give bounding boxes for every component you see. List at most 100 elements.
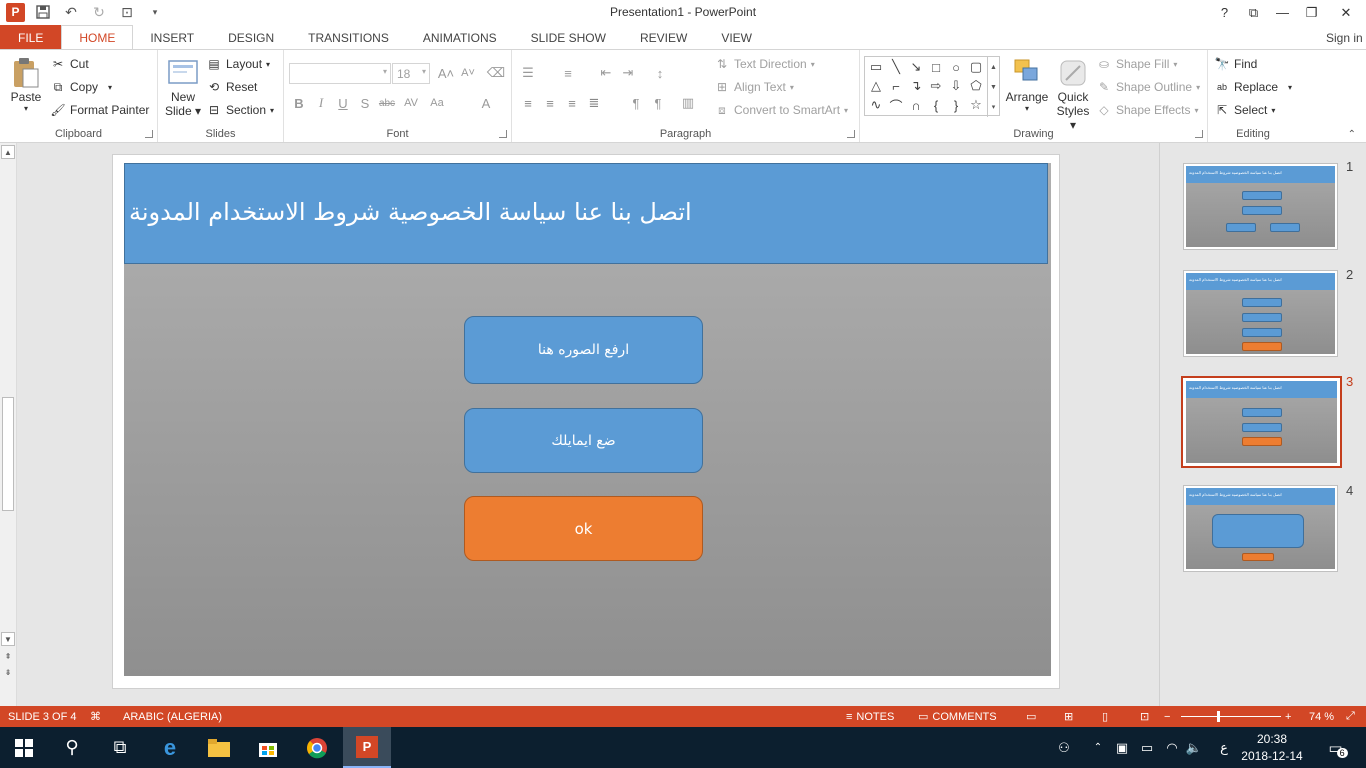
pentagon-shape-icon[interactable]: ⬠ bbox=[968, 78, 984, 94]
replace-button[interactable]: ab Replace ▾ bbox=[1214, 79, 1292, 95]
scroll-thumb[interactable] bbox=[2, 397, 14, 511]
previous-slide-icon[interactable]: ⇞ bbox=[1, 649, 15, 663]
clipboard-dialog-launcher-icon[interactable] bbox=[145, 130, 153, 138]
minimize-button[interactable]: — bbox=[1268, 0, 1297, 25]
vertical-scrollbar[interactable]: ▲ ▼ ⇞ ⇟ bbox=[0, 143, 17, 706]
align-left-icon[interactable]: ≡ bbox=[518, 93, 538, 113]
line-shape-icon[interactable]: ╲ bbox=[888, 59, 904, 75]
gallery-scroll-down-icon[interactable]: ▼ bbox=[987, 77, 999, 97]
elbow-arrow-shape-icon[interactable]: ↴ bbox=[908, 78, 924, 94]
layout-button[interactable]: ▤ Layout ▾ bbox=[206, 56, 270, 72]
triangle-shape-icon[interactable]: △ bbox=[868, 78, 884, 94]
decrease-indent-icon[interactable]: ⇤ bbox=[596, 63, 616, 83]
increase-font-size-icon[interactable]: A˄ bbox=[436, 63, 456, 83]
show-hidden-icons-icon[interactable]: ⌃ bbox=[1088, 727, 1108, 768]
input-language-indicator[interactable]: ع bbox=[1214, 727, 1234, 768]
system-clock[interactable]: 20:38 2018-12-14 bbox=[1240, 731, 1304, 765]
elbow-connector-shape-icon[interactable]: ⌐ bbox=[888, 78, 904, 94]
align-text-button[interactable]: ⊞ Align Text ▾ bbox=[714, 79, 794, 95]
start-button[interactable] bbox=[0, 727, 48, 768]
zoom-out-icon[interactable]: − bbox=[1164, 706, 1170, 727]
thumbnail-slide-4[interactable]: اتصل بنا عنا سياسة الخصوصية شروط الاستخد… bbox=[1183, 485, 1338, 572]
text-shadow-icon[interactable]: S bbox=[355, 93, 375, 113]
zoom-slider-track[interactable] bbox=[1181, 716, 1281, 717]
tab-home[interactable]: HOME bbox=[61, 25, 134, 50]
line-spacing-icon[interactable]: ↕ bbox=[650, 63, 670, 83]
bold-icon[interactable]: B bbox=[289, 93, 309, 113]
paste-button[interactable]: Paste ▾ bbox=[6, 56, 46, 113]
down-arrow-shape-icon[interactable]: ⇩ bbox=[948, 78, 964, 94]
drawing-dialog-launcher-icon[interactable] bbox=[1195, 130, 1203, 138]
powerpoint-taskbar-icon[interactable]: P bbox=[343, 727, 391, 768]
wifi-icon[interactable]: ◠ bbox=[1162, 727, 1182, 768]
shape-outline-button[interactable]: ✎ Shape Outline ▾ bbox=[1096, 79, 1200, 95]
arc-shape-icon[interactable]: ⌒ bbox=[888, 97, 904, 114]
tab-view[interactable]: VIEW bbox=[704, 25, 769, 50]
action-center-icon[interactable]: ▭ 6 bbox=[1320, 727, 1356, 768]
decrease-font-size-icon[interactable]: A˅ bbox=[458, 63, 478, 83]
shape-effects-button[interactable]: ◇ Shape Effects ▾ bbox=[1096, 102, 1198, 118]
strikethrough-icon[interactable]: abc bbox=[377, 93, 397, 113]
slide-header-bar[interactable]: اتصل بنا عنا سياسة الخصوصية شروط الاستخد… bbox=[124, 163, 1048, 264]
task-view-icon[interactable]: ⧉ bbox=[96, 727, 144, 768]
font-name-combo[interactable]: ▾ bbox=[289, 63, 391, 84]
arrange-button[interactable]: Arrange ▾ bbox=[1006, 56, 1048, 113]
tab-transitions[interactable]: TRANSITIONS bbox=[291, 25, 406, 50]
quick-styles-button[interactable]: Quick Styles ▾ bbox=[1052, 56, 1094, 132]
character-spacing-icon[interactable]: AV bbox=[401, 93, 421, 113]
fit-to-window-icon[interactable]: ⤢ bbox=[1346, 706, 1355, 727]
right-arrow-shape-icon[interactable]: ⇨ bbox=[928, 78, 944, 94]
slide-show-icon[interactable]: ⊡ bbox=[1140, 706, 1149, 727]
align-right-icon[interactable]: ≡ bbox=[562, 93, 582, 113]
sign-in-link[interactable]: Sign in bbox=[1326, 25, 1366, 50]
email-button-shape[interactable]: ضع ايمايلك bbox=[464, 408, 703, 473]
network-status-icon[interactable]: ▣ bbox=[1112, 727, 1132, 768]
bullets-icon[interactable]: ☰ bbox=[518, 63, 538, 83]
upload-image-button-shape[interactable]: ارفع الصوره هنا bbox=[464, 316, 703, 384]
help-icon[interactable]: ? bbox=[1210, 0, 1239, 25]
chrome-icon[interactable] bbox=[293, 727, 341, 768]
undo-icon[interactable]: ↶ bbox=[61, 2, 81, 22]
select-button[interactable]: ⇱ Select ▾ bbox=[1214, 102, 1275, 118]
section-button[interactable]: ⊟ Section ▾ bbox=[206, 102, 274, 118]
reset-button[interactable]: ⟲ Reset bbox=[206, 79, 257, 95]
numbering-icon[interactable]: ≡ bbox=[558, 63, 578, 83]
edge-browser-icon[interactable]: e bbox=[146, 727, 194, 768]
scroll-down-icon[interactable]: ▼ bbox=[1, 632, 15, 646]
font-size-combo[interactable]: 18 ▾ bbox=[392, 63, 430, 84]
store-icon[interactable] bbox=[244, 727, 292, 768]
collapse-ribbon-icon[interactable]: ⌃ bbox=[1348, 129, 1356, 140]
tab-animations[interactable]: ANIMATIONS bbox=[406, 25, 514, 50]
tab-design[interactable]: DESIGN bbox=[211, 25, 291, 50]
italic-icon[interactable]: I bbox=[311, 93, 331, 113]
scroll-up-icon[interactable]: ▲ bbox=[1, 145, 15, 159]
file-explorer-icon[interactable] bbox=[195, 727, 243, 768]
underline-icon[interactable]: U bbox=[333, 93, 353, 113]
powerpoint-logo-icon[interactable]: P bbox=[6, 2, 25, 22]
volume-icon[interactable]: 🔈 bbox=[1184, 727, 1204, 768]
restore-button[interactable]: ❐ bbox=[1297, 0, 1326, 25]
font-color-icon[interactable]: A bbox=[476, 93, 496, 113]
paragraph-dialog-launcher-icon[interactable] bbox=[847, 130, 855, 138]
right-brace-shape-icon[interactable]: } bbox=[948, 97, 964, 113]
cut-button[interactable]: ✂ Cut bbox=[50, 56, 89, 72]
rounded-rect-shape-icon[interactable]: ▢ bbox=[968, 59, 984, 75]
search-icon[interactable]: ⚲ bbox=[48, 727, 96, 768]
zoom-slider-thumb[interactable] bbox=[1217, 711, 1220, 722]
battery-icon[interactable]: ▭ bbox=[1136, 727, 1158, 768]
zoom-level[interactable]: 74 % bbox=[1309, 706, 1334, 727]
arrow-line-shape-icon[interactable]: ↘ bbox=[908, 59, 924, 75]
curve-shape-icon[interactable]: ∿ bbox=[868, 97, 884, 113]
thumbnail-slide-3[interactable]: اتصل بنا عنا سياسة الخصوصية شروط الاستخد… bbox=[1181, 376, 1342, 468]
comments-button[interactable]: ▭ COMMENTS bbox=[918, 706, 997, 727]
slide-sorter-icon[interactable]: ⊞ bbox=[1064, 706, 1073, 727]
convert-smartart-button[interactable]: ⧈ Convert to SmartArt ▾ bbox=[714, 102, 848, 118]
tab-slide-show[interactable]: SLIDE SHOW bbox=[514, 25, 623, 50]
normal-view-icon[interactable]: ▭ bbox=[1026, 706, 1036, 727]
right-to-left-icon[interactable]: ¶ bbox=[648, 93, 668, 113]
people-icon[interactable]: ⚇ bbox=[1050, 727, 1078, 768]
tab-file[interactable]: FILE bbox=[0, 25, 62, 50]
thumbnail-slide-2[interactable]: اتصل بنا عنا سياسة الخصوصية شروط الاستخد… bbox=[1183, 270, 1338, 357]
new-slide-button[interactable]: New Slide ▾ bbox=[164, 56, 202, 118]
increase-indent-icon[interactable]: ⇥ bbox=[618, 63, 638, 83]
